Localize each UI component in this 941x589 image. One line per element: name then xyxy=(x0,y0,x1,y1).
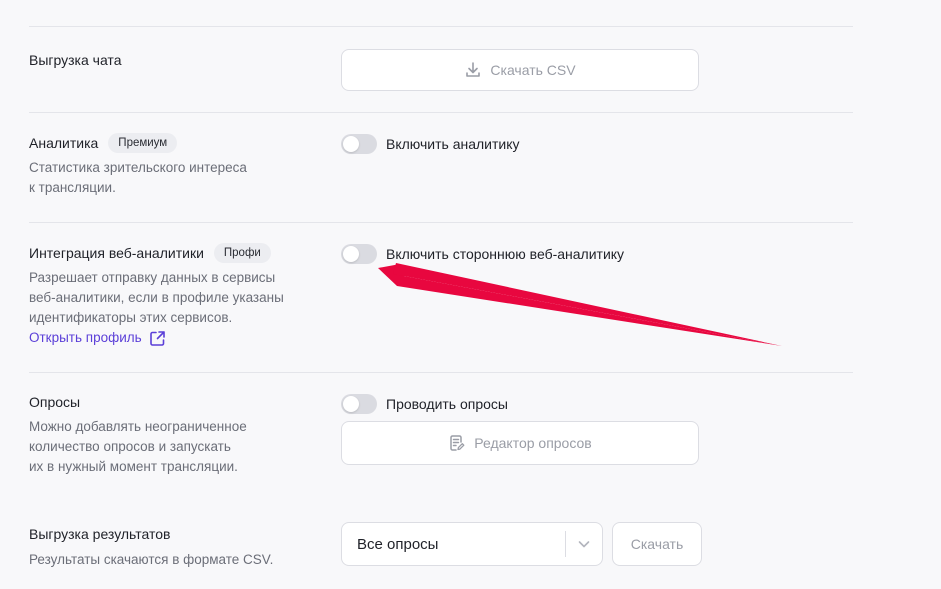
open-profile-link[interactable]: Открыть профиль xyxy=(29,328,166,348)
poll-editor-button[interactable]: Редактор опросов xyxy=(341,421,699,465)
divider xyxy=(29,222,853,223)
polls-toggle-row: Проводить опросы xyxy=(341,393,699,415)
section-title: Выгрузка чата xyxy=(29,52,122,68)
section-description: Разрешает отправку данных в сервисы веб-… xyxy=(29,270,284,325)
clipboard-edit-icon xyxy=(450,435,465,451)
section-title: Интеграция веб-аналитики Профи xyxy=(29,243,271,263)
download-results-button[interactable]: Скачать xyxy=(612,522,702,566)
section-chat-export: Выгрузка чата Скачать CSV xyxy=(29,49,853,109)
section-description: Можно добавлять неограниченное количеств… xyxy=(29,419,247,474)
analytics-toggle-row: Включить аналитику xyxy=(341,133,520,155)
polls-toggle[interactable] xyxy=(341,394,377,414)
settings-panel: Выгрузка чата Скачать CSV Аналитика Прем… xyxy=(0,0,941,589)
web-analytics-toggle-label: Включить стороннюю веб-аналитику xyxy=(386,246,625,262)
premium-badge: Премиум xyxy=(108,133,178,153)
polls-select[interactable]: Все опросы xyxy=(341,522,603,566)
divider xyxy=(29,372,853,373)
external-link-icon xyxy=(149,330,165,346)
divider xyxy=(29,26,853,27)
polls-toggle-label: Проводить опросы xyxy=(386,396,508,412)
polls-select-value: Все опросы xyxy=(357,535,439,553)
download-icon xyxy=(466,62,481,77)
web-analytics-toggle-row: Включить стороннюю веб-аналитику xyxy=(341,243,624,265)
web-analytics-toggle[interactable] xyxy=(341,244,377,264)
polls-title: Опросы xyxy=(29,394,81,410)
divider xyxy=(29,112,853,113)
section-description: Статистика зрительского интереса к транс… xyxy=(29,160,247,195)
pro-badge: Профи xyxy=(213,243,271,263)
web-analytics-title: Интеграция веб-аналитики xyxy=(29,245,204,261)
section-results-export: Выгрузка результатов Результаты скачаютс… xyxy=(29,522,853,583)
download-csv-label: Скачать CSV xyxy=(490,62,576,78)
section-title: Аналитика Премиум xyxy=(29,133,178,153)
analytics-toggle[interactable] xyxy=(341,134,377,154)
chevron-down-icon xyxy=(566,537,602,551)
download-csv-button[interactable]: Скачать CSV xyxy=(341,49,699,91)
section-polls: Опросы Можно добавлять неограниченное ко… xyxy=(29,393,853,483)
section-analytics: Аналитика Премиум Статистика зрительског… xyxy=(29,133,853,203)
section-description: Результаты скачаются в формате CSV. xyxy=(29,552,274,567)
section-web-analytics: Интеграция веб-аналитики Профи Разрешает… xyxy=(29,243,853,353)
results-export-title: Выгрузка результатов xyxy=(29,526,171,542)
analytics-toggle-label: Включить аналитику xyxy=(386,136,520,152)
poll-editor-label: Редактор опросов xyxy=(474,435,592,451)
analytics-title: Аналитика xyxy=(29,135,99,151)
